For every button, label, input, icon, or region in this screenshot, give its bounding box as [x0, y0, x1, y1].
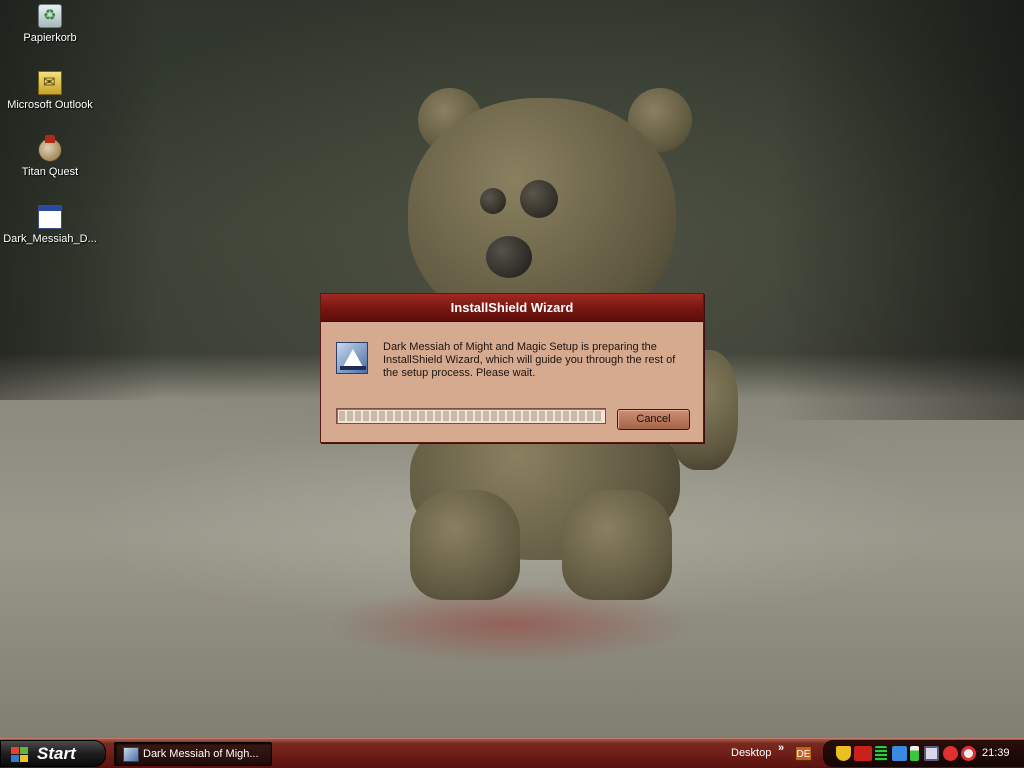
desktop-toolbar-label[interactable]: Desktop [731, 739, 771, 767]
installshield-task-icon [123, 747, 139, 762]
setup-window-icon [38, 205, 62, 229]
start-label: Start [37, 744, 76, 763]
progress-bar [336, 408, 606, 424]
taskbar-item-label: Dark Messiah of Migh... [143, 748, 259, 760]
bear-nose [486, 236, 532, 278]
desktop-icon-titan-quest[interactable]: Titan Quest [0, 135, 100, 178]
toolbar-chevron-icon[interactable]: » [778, 742, 784, 754]
recycle-bin-icon [38, 4, 62, 28]
antivirus-icon[interactable] [943, 746, 958, 761]
windows-logo-icon [11, 747, 29, 763]
network-icon[interactable] [892, 746, 907, 761]
desktop-icon-dark-messiah[interactable]: Dark_Messiah_D... [0, 205, 100, 245]
bear-leg-right [562, 490, 672, 600]
installshield-icon [336, 342, 368, 374]
start-button[interactable]: Start [0, 740, 106, 767]
meter-icon[interactable] [875, 746, 887, 761]
wallpaper-wall-shadow-left [0, 0, 160, 400]
ati-icon[interactable] [854, 746, 872, 761]
desktop-icon-label: Microsoft Outlook [7, 99, 93, 111]
shield-icon[interactable] [836, 746, 851, 761]
taskbar: Start Dark Messiah of Migh... Desktop » … [0, 738, 1024, 768]
cancel-button[interactable]: Cancel [617, 409, 690, 430]
update-icon[interactable] [961, 746, 976, 761]
wallpaper-wall-shadow-right [774, 0, 1024, 420]
installshield-dialog: InstallShield Wizard Dark Messiah of Mig… [320, 293, 704, 443]
progress-bar-fill [339, 411, 603, 421]
clock[interactable]: 21:39 [982, 739, 1010, 767]
monitor-icon[interactable] [924, 746, 939, 761]
dialog-title[interactable]: InstallShield Wizard [321, 294, 703, 322]
titan-quest-icon [38, 135, 62, 162]
desktop-icon-label: Titan Quest [21, 166, 79, 178]
desktop-icon-recycle-bin[interactable]: Papierkorb [0, 4, 100, 44]
desktop-icon-label: Dark_Messiah_D... [3, 233, 97, 245]
bear-eye-right [520, 180, 558, 218]
bear-leg-left [410, 490, 520, 600]
language-indicator[interactable]: DE [795, 746, 812, 761]
taskbar-item-dark-messiah[interactable]: Dark Messiah of Migh... [114, 742, 272, 766]
desktop-icon-outlook[interactable]: Microsoft Outlook [0, 71, 100, 111]
dialog-message: Dark Messiah of Might and Magic Setup is… [383, 341, 676, 379]
battery-icon[interactable] [910, 746, 919, 761]
desktop-icon-label: Papierkorb [23, 32, 77, 44]
bear-eye-left [480, 188, 506, 214]
outlook-icon [38, 71, 62, 95]
